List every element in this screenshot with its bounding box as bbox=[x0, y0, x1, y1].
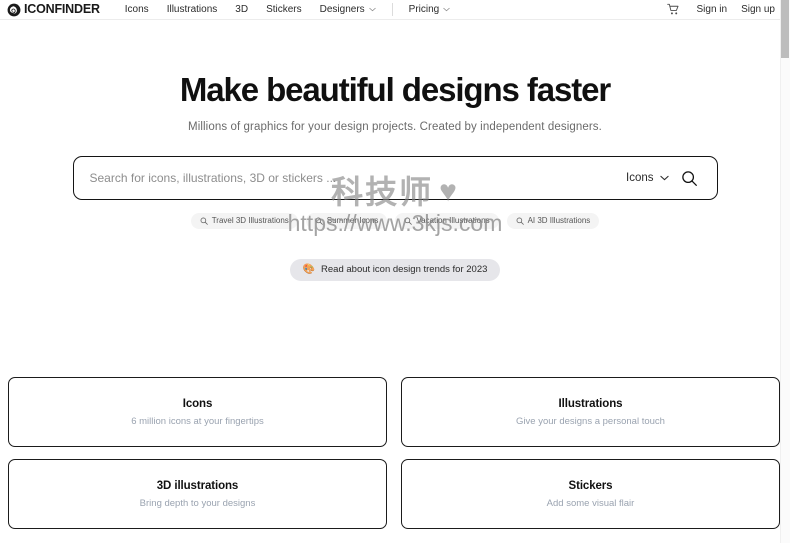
category-card-stickers[interactable]: Stickers Add some visual flair bbox=[401, 459, 780, 529]
card-title: Illustrations bbox=[558, 397, 623, 410]
sign-up-link[interactable]: Sign up bbox=[734, 2, 782, 18]
design-trends-banner-label: Read about icon design trends for 2023 bbox=[321, 264, 488, 276]
category-card-icons[interactable]: Icons 6 million icons at your fingertips bbox=[8, 377, 387, 447]
suggestion-chip-vacation-illustrations[interactable]: Vacation Illustrations bbox=[395, 213, 499, 229]
palette-icon: 🎨 bbox=[302, 264, 316, 275]
page-scrollbar-thumb[interactable] bbox=[781, 0, 789, 58]
card-title: Stickers bbox=[568, 479, 613, 492]
headline-part-1: Make bbox=[179, 71, 267, 108]
iconfinder-logo[interactable]: ICONFINDER bbox=[7, 3, 100, 17]
chevron-down-icon bbox=[659, 175, 669, 181]
shopping-cart-icon[interactable] bbox=[666, 3, 680, 16]
nav-item-icons[interactable]: Icons bbox=[116, 2, 158, 18]
card-subtitle: 6 million icons at your fingertips bbox=[131, 415, 264, 427]
sign-in-link[interactable]: Sign in bbox=[690, 2, 735, 18]
card-subtitle: Bring depth to your designs bbox=[139, 497, 256, 509]
category-card-3d-illustrations[interactable]: 3D illustrations Bring depth to your des… bbox=[8, 459, 387, 529]
hero-section: Make beautiful designs faster Millions o… bbox=[0, 20, 790, 281]
category-card-grid: Icons 6 million icons at your fingertips… bbox=[8, 377, 780, 529]
suggestion-chip-summer-icons[interactable]: Summer Icons bbox=[305, 213, 388, 229]
suggested-searches: Travel 3D Illustrations Summer Icons Vac… bbox=[0, 213, 790, 229]
card-subtitle: Give your designs a personal touch bbox=[516, 415, 665, 427]
page-root: ICONFINDER Icons Illustrations 3D Sticke… bbox=[0, 0, 790, 543]
chevron-down-icon bbox=[443, 7, 450, 12]
nav-label-3d: 3D bbox=[235, 3, 249, 15]
header-right-actions: Sign in Sign up bbox=[666, 2, 783, 18]
nav-divider bbox=[391, 3, 393, 16]
search-icon bbox=[200, 217, 208, 225]
nav-item-3d[interactable]: 3D bbox=[226, 2, 257, 18]
main-nav: Icons Illustrations 3D Stickers Designer… bbox=[116, 2, 459, 18]
chevron-down-icon bbox=[368, 7, 376, 12]
logo-text: ICONFINDER bbox=[24, 2, 100, 17]
suggestion-chip-label: Travel 3D Illustrations bbox=[211, 216, 289, 225]
card-title: Icons bbox=[182, 397, 213, 410]
search-input[interactable] bbox=[89, 157, 622, 199]
design-trends-banner[interactable]: 🎨 Read about icon design trends for 2023 bbox=[289, 259, 501, 281]
suggestion-chip-travel-3d-illustrations[interactable]: Travel 3D Illustrations bbox=[190, 213, 298, 229]
card-title: 3D illustrations bbox=[156, 479, 239, 492]
page-title: Make beautiful designs faster bbox=[179, 71, 611, 108]
hero-subtitle: Millions of graphics for your design pro… bbox=[188, 121, 602, 133]
category-card-illustrations[interactable]: Illustrations Give your designs a person… bbox=[401, 377, 780, 447]
search-icon bbox=[516, 217, 524, 225]
search-icon bbox=[404, 217, 413, 225]
search-icon bbox=[315, 217, 323, 225]
search-bar[interactable]: Icons bbox=[72, 156, 718, 200]
nav-item-illustrations[interactable]: Illustrations bbox=[158, 2, 227, 18]
suggestion-chip-ai-3d-illustrations[interactable]: AI 3D Illustrations bbox=[506, 213, 600, 229]
suggestion-chip-label: Vacation Illustrations bbox=[416, 216, 490, 225]
suggestion-chip-label: AI 3D Illustrations bbox=[527, 216, 591, 225]
nav-label-illustrations: Illustrations bbox=[166, 3, 218, 15]
headline-part-2: faster bbox=[518, 71, 611, 108]
nav-item-designers[interactable]: Designers bbox=[311, 2, 385, 18]
nav-label-icons: Icons bbox=[124, 3, 149, 15]
nav-item-pricing[interactable]: Pricing bbox=[400, 2, 460, 18]
nav-item-stickers[interactable]: Stickers bbox=[257, 2, 311, 18]
search-type-value: Icons bbox=[626, 172, 654, 184]
nav-label-stickers: Stickers bbox=[266, 3, 302, 15]
search-type-select[interactable]: Icons bbox=[622, 172, 677, 184]
search-submit-button[interactable] bbox=[677, 165, 703, 191]
nav-label-pricing: Pricing bbox=[408, 3, 440, 15]
card-subtitle: Add some visual flair bbox=[546, 497, 635, 509]
iconfinder-eye-logo-icon bbox=[7, 3, 21, 16]
suggestion-chip-label: Summer Icons bbox=[326, 216, 379, 225]
page-scrollbar-track[interactable] bbox=[780, 0, 790, 543]
headline-highlight: beautiful designs bbox=[266, 71, 520, 108]
nav-label-designers: Designers bbox=[319, 3, 365, 15]
magnifier-icon bbox=[682, 170, 697, 186]
site-header: ICONFINDER Icons Illustrations 3D Sticke… bbox=[0, 0, 790, 20]
